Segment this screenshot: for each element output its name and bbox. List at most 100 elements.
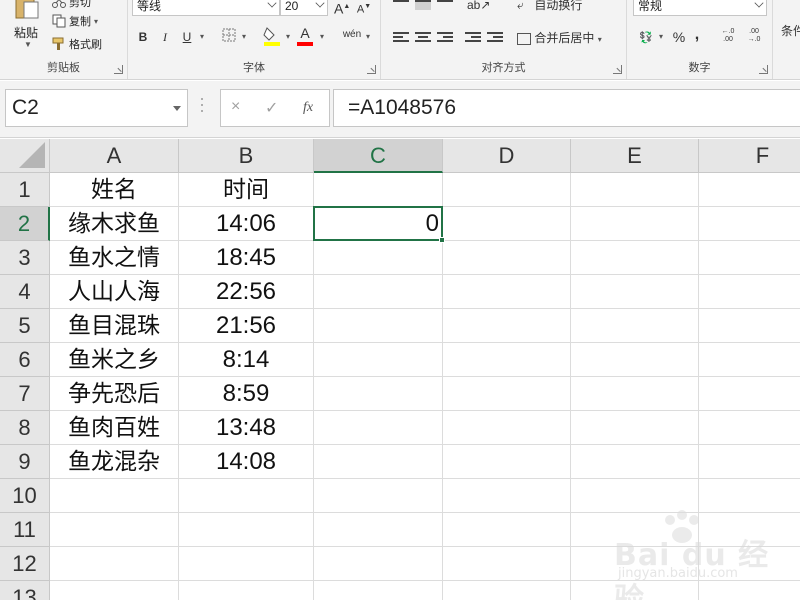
align-center-icon[interactable] (415, 32, 431, 46)
row-header-6[interactable]: 6 (0, 343, 50, 377)
number-group-label: 数字 (688, 62, 711, 74)
row-header-11[interactable]: 11 (0, 513, 50, 547)
comma-button[interactable]: , (691, 26, 703, 44)
font-launcher-icon[interactable] (367, 65, 376, 74)
wrap-text-button[interactable]: ⤶ 自动换行 (517, 0, 607, 14)
fill-color-button[interactable] (262, 26, 282, 46)
align-right-icon[interactable] (437, 32, 453, 46)
column-header-b[interactable]: B (179, 139, 314, 173)
format-painter-button[interactable]: 格式刷 (52, 36, 102, 52)
cell-b5[interactable]: 21:56 (179, 309, 313, 343)
chevron-down-icon[interactable] (173, 106, 181, 111)
column-header-a[interactable]: A (50, 139, 179, 173)
cell-b4[interactable]: 22:56 (179, 275, 313, 309)
fill-handle[interactable] (439, 237, 445, 243)
watermark-url: jingyan.baidu.com (618, 566, 738, 581)
underline-dropdown-icon[interactable]: ▾ (198, 28, 206, 46)
orientation-button[interactable]: ab↗ (467, 0, 490, 14)
grow-font-button[interactable]: A▲ (334, 0, 350, 17)
row-header-13[interactable]: 13 (0, 581, 50, 600)
bold-button[interactable]: B (136, 28, 150, 46)
cancel-icon[interactable]: × (231, 98, 240, 116)
font-group: 等线 20 A▲ A▼ B I U ▾ ▾ ▾ A ▾ wén ▾ 字体 (128, 0, 381, 79)
cell-b2[interactable]: 14:06 (179, 207, 313, 241)
decrease-indent-icon[interactable] (465, 32, 481, 46)
number-format-select[interactable]: 常规 (633, 0, 767, 16)
row-header-12[interactable]: 12 (0, 547, 50, 581)
active-cell-selection[interactable] (313, 206, 445, 243)
clipboard-launcher-icon[interactable] (114, 65, 123, 74)
shrink-font-button[interactable]: A▼ (356, 0, 372, 16)
formula-bar-grip-icon[interactable] (201, 98, 204, 120)
align-left-icon[interactable] (393, 32, 409, 46)
percent-button[interactable]: % (671, 28, 687, 46)
row-header-1[interactable]: 1 (0, 173, 50, 207)
font-color-dropdown-icon[interactable]: ▾ (318, 28, 326, 46)
cell-a3[interactable]: 鱼水之情 (50, 241, 178, 275)
phonetic-button[interactable]: wén (340, 26, 364, 44)
fill-color-dropdown-icon[interactable]: ▾ (284, 28, 292, 46)
select-all-button[interactable] (0, 139, 50, 173)
cell-b1[interactable]: 时间 (179, 173, 313, 207)
align-middle-icon[interactable] (415, 0, 431, 10)
name-box[interactable]: C2 (5, 89, 188, 127)
merge-center-label: 合并后居中 (534, 31, 595, 45)
cell-b3[interactable]: 18:45 (179, 241, 313, 275)
row-header-7[interactable]: 7 (0, 377, 50, 411)
copy-dropdown-icon[interactable]: ▾ (94, 17, 98, 26)
row-header-8[interactable]: 8 (0, 411, 50, 445)
alignment-launcher-icon[interactable] (613, 65, 622, 74)
cell-a8[interactable]: 鱼肉百姓 (50, 411, 178, 445)
cell-b8[interactable]: 13:48 (179, 411, 313, 445)
cell-b6[interactable]: 8:14 (179, 343, 313, 377)
chevron-down-icon (754, 0, 764, 8)
column-header-e[interactable]: E (571, 139, 699, 173)
cell-a9[interactable]: 鱼龙混杂 (50, 445, 178, 479)
increase-decimal-button[interactable]: ←.0 .00 (717, 28, 739, 46)
number-launcher-icon[interactable] (759, 65, 768, 74)
enter-icon[interactable]: ✓ (265, 98, 278, 118)
underline-button[interactable]: U (180, 28, 194, 46)
font-name-select[interactable]: 等线 (132, 0, 280, 16)
insert-function-icon[interactable]: fx (303, 100, 313, 116)
cell-a7[interactable]: 争先恐后 (50, 377, 178, 411)
align-top-icon[interactable] (393, 0, 409, 10)
accounting-dropdown-icon[interactable]: ▾ (657, 28, 665, 46)
formula-input[interactable]: =A1048576 (333, 89, 800, 127)
increase-indent-icon[interactable] (487, 32, 503, 46)
phonetic-dropdown-icon[interactable]: ▾ (364, 28, 372, 46)
cell-a5[interactable]: 鱼目混珠 (50, 309, 178, 343)
merge-dropdown-icon[interactable]: ▾ (598, 35, 602, 44)
cell-a2[interactable]: 缘木求鱼 (50, 207, 178, 241)
borders-icon (222, 28, 236, 42)
row-header-9[interactable]: 9 (0, 445, 50, 479)
cell-b7[interactable]: 8:59 (179, 377, 313, 411)
cut-button[interactable]: 剪切 (52, 0, 91, 10)
copy-button[interactable]: 复制 ▾ (52, 13, 98, 29)
row-header-4[interactable]: 4 (0, 275, 50, 309)
cell-a1[interactable]: 姓名 (50, 173, 178, 207)
merge-center-button[interactable]: 合并后居中 ▾ (517, 29, 617, 47)
select-all-icon (19, 142, 45, 168)
font-color-button[interactable]: A (296, 24, 314, 46)
cell-a6[interactable]: 鱼米之乡 (50, 343, 178, 377)
borders-button[interactable] (220, 28, 238, 46)
cell-b9[interactable]: 14:08 (179, 445, 313, 479)
accounting-format-button[interactable]: 💱 (635, 28, 657, 46)
row-header-2[interactable]: 2 (0, 207, 50, 241)
borders-dropdown-icon[interactable]: ▾ (240, 28, 248, 46)
column-header-d[interactable]: D (443, 139, 571, 173)
row-header-5[interactable]: 5 (0, 309, 50, 343)
format-painter-icon (52, 37, 64, 50)
paste-dropdown-icon[interactable]: ▼ (24, 40, 32, 49)
italic-button[interactable]: I (158, 28, 172, 46)
row-header-10[interactable]: 10 (0, 479, 50, 513)
conditional-format-button[interactable]: 条件 (781, 22, 800, 40)
column-header-c[interactable]: C (314, 139, 443, 173)
cell-a4[interactable]: 人山人海 (50, 275, 178, 309)
column-header-f[interactable]: F (699, 139, 800, 173)
font-size-select[interactable]: 20 (280, 0, 328, 16)
decrease-decimal-button[interactable]: .00 →.0 (743, 28, 765, 46)
row-header-3[interactable]: 3 (0, 241, 50, 275)
align-bottom-icon[interactable] (437, 0, 453, 10)
